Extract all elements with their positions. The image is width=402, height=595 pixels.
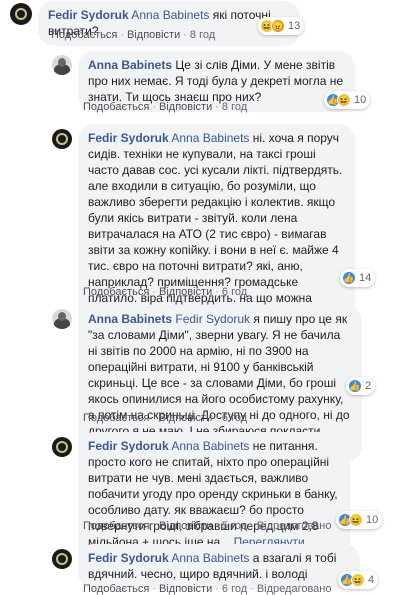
comment: Fedir Sydoruk Anna Babinets не питання. … xyxy=(0,431,402,573)
comment-time[interactable]: 8 год xyxy=(222,101,247,113)
comment-author[interactable]: Fedir Sydoruk xyxy=(88,131,169,145)
comment-time[interactable]: 6 год xyxy=(222,286,247,298)
reaction-count: 4 xyxy=(368,574,375,586)
comment: Anna Babinets Fedir Sydoruk я пишу про ц… xyxy=(0,304,402,462)
comment-actions: Подобається · Відповісти · 5 год · Відредагова… xyxy=(83,520,332,532)
comment-text: не питання. просто кого не спитай, ніхто… xyxy=(88,439,338,549)
comment: Anna Babinets Це зі слів Діми. У мене зв… xyxy=(0,50,402,116)
like-icon: 👍 xyxy=(342,271,356,285)
reaction-summary[interactable]: 👍 😆 10 xyxy=(324,91,371,109)
comment-mention[interactable]: Anna Babinets xyxy=(171,131,249,145)
comment-time[interactable]: 6 год xyxy=(222,412,247,424)
reply-link[interactable]: Відповісти xyxy=(159,583,212,595)
reply-link[interactable]: Відповісти xyxy=(159,286,212,298)
avatar[interactable] xyxy=(52,549,72,569)
avatar[interactable] xyxy=(52,129,72,149)
comment-time[interactable]: 6 год xyxy=(222,583,247,595)
like-link[interactable]: Подобається xyxy=(83,286,149,298)
like-link[interactable]: Подобається xyxy=(83,101,149,113)
comment-author[interactable]: Anna Babinets xyxy=(88,312,172,326)
comment-author[interactable]: Fedir Sydoruk xyxy=(48,8,129,22)
comment-time[interactable]: 8 год xyxy=(190,29,215,41)
reply-link[interactable]: Відповісти xyxy=(159,412,212,424)
comment: Fedir Sydoruk Anna Babinets ні. хоча я п… xyxy=(0,123,402,377)
comment-mention[interactable]: Fedir Sydoruk xyxy=(175,312,250,326)
comment-actions: Подобається · Відповісти · 8 год xyxy=(51,29,216,41)
reaction-count: 14 xyxy=(359,272,372,284)
reaction-summary[interactable]: 👍 😆 4 xyxy=(338,571,379,589)
like-link[interactable]: Подобається xyxy=(83,412,149,424)
reply-link[interactable]: Відповісти xyxy=(159,101,212,113)
avatar[interactable] xyxy=(52,55,72,75)
comment-actions: Подобається · Відповісти · 6 год xyxy=(83,412,248,424)
like-link[interactable]: Подобається xyxy=(51,29,117,41)
comment-mention[interactable]: Anna Babinets xyxy=(131,8,209,22)
avatar[interactable] xyxy=(52,309,72,329)
reaction-count: 10 xyxy=(366,514,379,526)
haha-icon: 😆 xyxy=(351,573,365,587)
comment-mention[interactable]: Anna Babinets xyxy=(171,439,249,453)
edited-label[interactable]: Відредаговано xyxy=(257,520,332,532)
reaction-count: 10 xyxy=(354,94,367,106)
reaction-summary[interactable]: 👍 14 xyxy=(340,269,376,287)
reply-link[interactable]: Відповісти xyxy=(127,29,180,41)
comment-author[interactable]: Fedir Sydoruk xyxy=(88,439,169,453)
reaction-summary[interactable]: 😆 😠 13 xyxy=(258,17,305,35)
comment: Fedir Sydoruk Anna Babinets а взагалі я … xyxy=(0,543,402,595)
haha-icon: 😆 xyxy=(337,93,351,107)
reply-link[interactable]: Відповісти xyxy=(159,520,212,532)
comment-author[interactable]: Anna Babinets xyxy=(88,58,172,72)
avatar[interactable] xyxy=(10,3,32,25)
haha-icon: 😆 xyxy=(349,513,363,527)
reaction-count: 13 xyxy=(288,20,301,32)
reaction-summary[interactable]: 👍 2 xyxy=(346,377,376,395)
like-link[interactable]: Подобається xyxy=(83,520,149,532)
comment-mention[interactable]: Anna Babinets xyxy=(171,551,249,565)
comment-author[interactable]: Fedir Sydoruk xyxy=(88,551,169,565)
like-icon: 👍 xyxy=(348,379,362,393)
reaction-count: 2 xyxy=(365,380,372,392)
comment-time[interactable]: 5 год xyxy=(222,520,247,532)
avatar[interactable] xyxy=(52,437,72,457)
comment: Fedir Sydoruk Anna Babinets які поточні … xyxy=(0,0,402,46)
comment-actions: Подобається · Відповісти · 6 год xyxy=(83,286,248,298)
edited-label[interactable]: Відредаговано xyxy=(257,583,332,595)
like-link[interactable]: Подобається xyxy=(83,583,149,595)
reaction-summary[interactable]: 👍 😆 10 xyxy=(336,511,383,529)
comment-actions: Подобається · Відповісти · 6 год · Відредагова… xyxy=(83,583,332,595)
angry-icon: 😠 xyxy=(271,19,285,33)
comment-actions: Подобається · Відповісти · 8 год xyxy=(83,101,248,113)
